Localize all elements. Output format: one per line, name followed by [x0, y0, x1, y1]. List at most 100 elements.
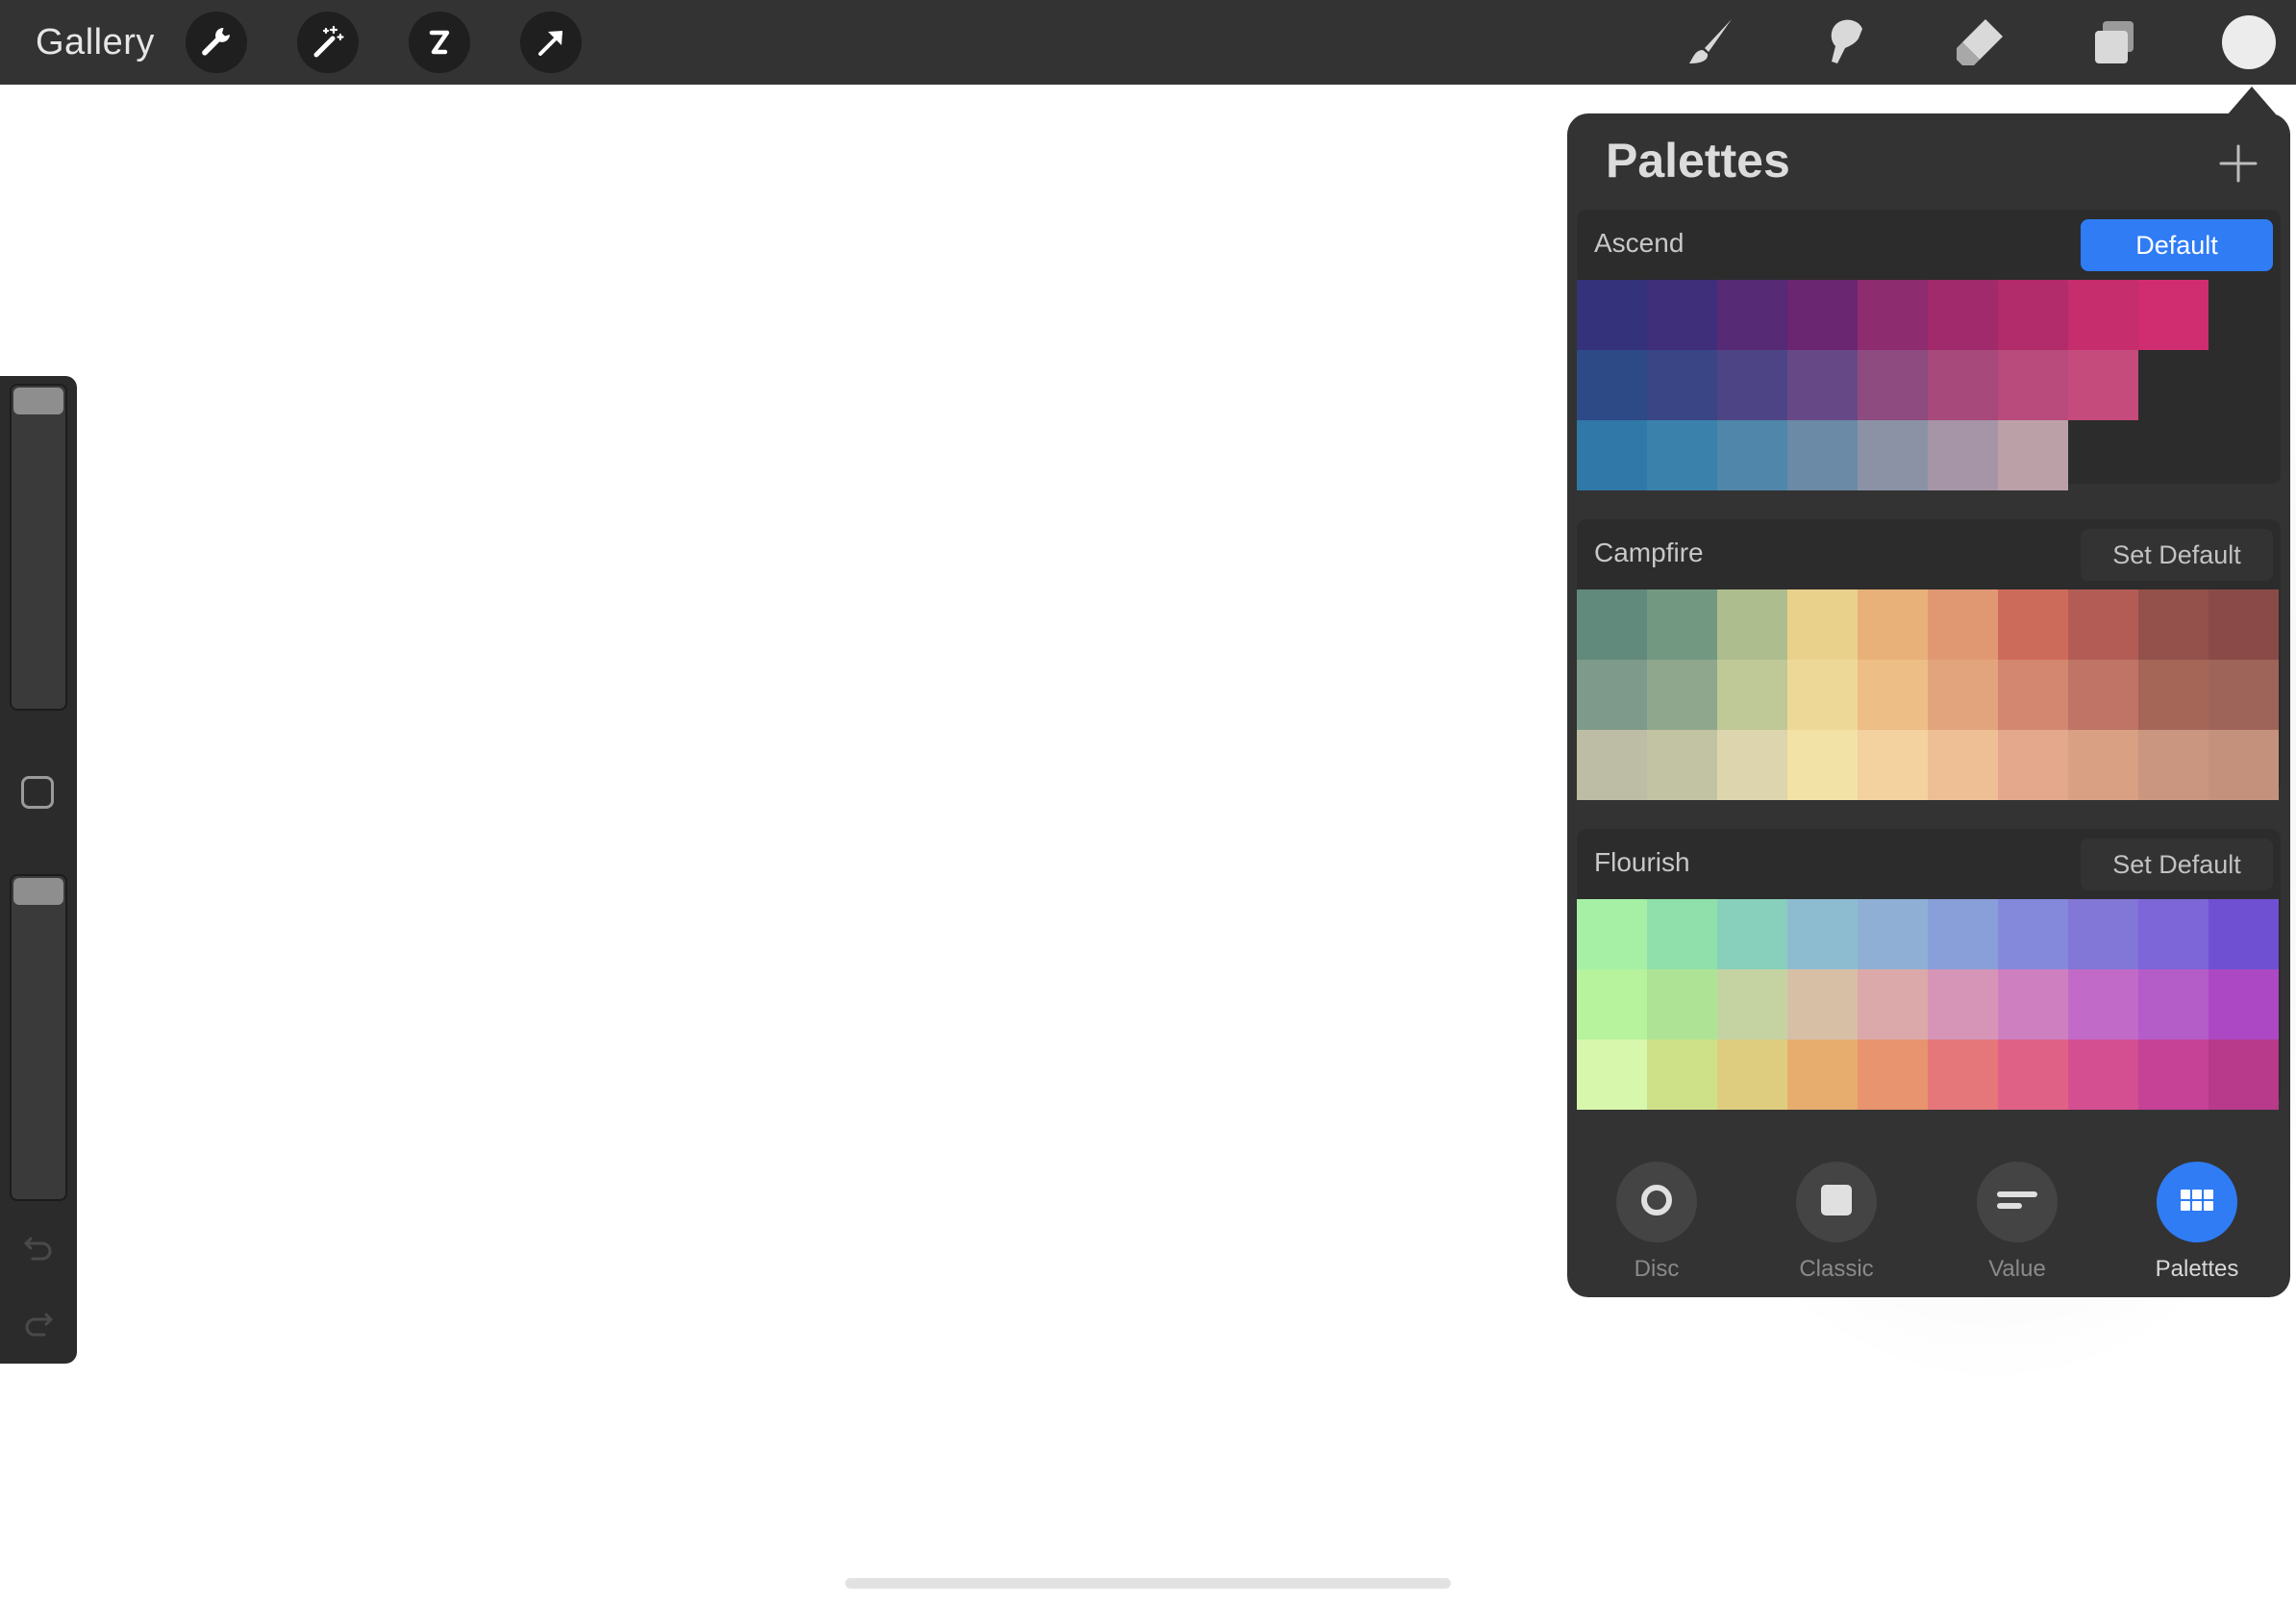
color-swatch[interactable]: [1998, 589, 2068, 660]
color-swatch[interactable]: [1928, 969, 1998, 1040]
color-swatch[interactable]: [2138, 660, 2209, 730]
color-swatch[interactable]: [1858, 420, 1928, 490]
color-swatch[interactable]: [2209, 899, 2279, 969]
color-swatch[interactable]: [1717, 969, 1787, 1040]
color-swatch[interactable]: [1928, 730, 1998, 800]
color-swatch[interactable]: [1717, 730, 1787, 800]
color-swatch[interactable]: [1928, 660, 1998, 730]
color-swatch[interactable]: [1858, 589, 1928, 660]
color-swatch[interactable]: [1787, 280, 1858, 350]
color-swatch[interactable]: [1858, 660, 1928, 730]
color-swatch[interactable]: [1647, 1040, 1717, 1110]
color-swatch[interactable]: [2209, 1040, 2279, 1110]
layers-button[interactable]: [2085, 13, 2143, 71]
color-swatch[interactable]: [1787, 420, 1858, 490]
color-swatch[interactable]: [1647, 420, 1717, 490]
color-swatch[interactable]: [1928, 280, 1998, 350]
color-swatch[interactable]: [1647, 660, 1717, 730]
default-button[interactable]: Default: [2081, 219, 2273, 271]
color-swatch[interactable]: [2138, 899, 2209, 969]
color-swatch[interactable]: [1858, 969, 1928, 1040]
actions-button[interactable]: [186, 12, 247, 73]
color-swatch[interactable]: [1928, 589, 1998, 660]
color-swatch[interactable]: [2068, 730, 2138, 800]
set-default-button[interactable]: Set Default: [2081, 839, 2273, 890]
color-swatch[interactable]: [1577, 350, 1647, 420]
color-swatch[interactable]: [2068, 350, 2138, 420]
adjustments-button[interactable]: [297, 12, 359, 73]
color-swatch[interactable]: [1928, 350, 1998, 420]
color-swatch[interactable]: [1858, 730, 1928, 800]
color-swatch[interactable]: [1717, 280, 1787, 350]
color-swatch[interactable]: [1647, 589, 1717, 660]
tab-palettes[interactable]: Palettes: [2125, 1150, 2269, 1294]
color-swatch[interactable]: [1577, 660, 1647, 730]
color-swatch[interactable]: [1998, 660, 2068, 730]
color-swatch[interactable]: [1998, 899, 2068, 969]
color-swatch[interactable]: [2138, 280, 2209, 350]
color-swatch[interactable]: [1998, 1040, 2068, 1110]
color-swatch[interactable]: [1787, 1040, 1858, 1110]
color-swatch[interactable]: [1647, 899, 1717, 969]
color-swatch[interactable]: [1577, 969, 1647, 1040]
paint-brush-button[interactable]: [1682, 13, 1739, 71]
color-swatch[interactable]: [1858, 899, 1928, 969]
smudge-button[interactable]: [1816, 13, 1874, 71]
brush-size-slider-thumb[interactable]: [13, 388, 63, 414]
color-swatch[interactable]: [1998, 280, 2068, 350]
color-swatch[interactable]: [1647, 969, 1717, 1040]
color-swatch[interactable]: [1787, 589, 1858, 660]
selection-button[interactable]: [409, 12, 470, 73]
color-swatch[interactable]: [1717, 420, 1787, 490]
brush-size-slider[interactable]: [10, 384, 67, 711]
color-swatch[interactable]: [2138, 589, 2209, 660]
color-swatch[interactable]: [1577, 589, 1647, 660]
color-swatch[interactable]: [1717, 899, 1787, 969]
color-swatch[interactable]: [1998, 730, 2068, 800]
brush-opacity-slider-thumb[interactable]: [13, 878, 63, 905]
color-swatch[interactable]: [1858, 1040, 1928, 1110]
color-swatch[interactable]: [1647, 280, 1717, 350]
color-swatch[interactable]: [1787, 899, 1858, 969]
color-swatch[interactable]: [2068, 899, 2138, 969]
color-swatch[interactable]: [2068, 1040, 2138, 1110]
tab-classic[interactable]: Classic: [1764, 1150, 1909, 1294]
color-swatch[interactable]: [2138, 730, 2209, 800]
color-swatch[interactable]: [1717, 1040, 1787, 1110]
color-swatch[interactable]: [1577, 1040, 1647, 1110]
color-swatch[interactable]: [2209, 730, 2279, 800]
color-swatch[interactable]: [1717, 589, 1787, 660]
color-swatch[interactable]: [2138, 1040, 2209, 1110]
modify-button[interactable]: [21, 776, 54, 809]
color-swatch[interactable]: [1928, 420, 1998, 490]
color-swatch[interactable]: [2068, 280, 2138, 350]
tab-disc[interactable]: Disc: [1585, 1150, 1729, 1294]
eraser-button[interactable]: [1951, 13, 2009, 71]
color-swatch[interactable]: [1577, 730, 1647, 800]
color-swatch[interactable]: [2068, 589, 2138, 660]
color-swatch[interactable]: [1577, 899, 1647, 969]
palette-name[interactable]: Ascend: [1594, 210, 1684, 277]
color-swatch[interactable]: [1998, 420, 2068, 490]
color-swatch[interactable]: [1577, 420, 1647, 490]
color-swatch[interactable]: [1647, 350, 1717, 420]
color-swatch[interactable]: [2068, 969, 2138, 1040]
color-swatch[interactable]: [2068, 660, 2138, 730]
undo-button[interactable]: [19, 1229, 58, 1267]
color-swatch[interactable]: [1787, 969, 1858, 1040]
color-swatch[interactable]: [2209, 660, 2279, 730]
color-swatch[interactable]: [2138, 969, 2209, 1040]
color-swatch[interactable]: [1858, 350, 1928, 420]
current-color-button[interactable]: [2222, 15, 2276, 69]
color-swatch[interactable]: [1787, 350, 1858, 420]
color-swatch[interactable]: [2209, 969, 2279, 1040]
color-swatch[interactable]: [1717, 660, 1787, 730]
brush-opacity-slider[interactable]: [10, 874, 67, 1201]
color-swatch[interactable]: [1577, 280, 1647, 350]
color-swatch[interactable]: [1787, 730, 1858, 800]
color-swatch[interactable]: [1717, 350, 1787, 420]
transform-button[interactable]: [520, 12, 582, 73]
color-swatch[interactable]: [1787, 660, 1858, 730]
color-swatch[interactable]: [2209, 589, 2279, 660]
color-swatch[interactable]: [1928, 899, 1998, 969]
